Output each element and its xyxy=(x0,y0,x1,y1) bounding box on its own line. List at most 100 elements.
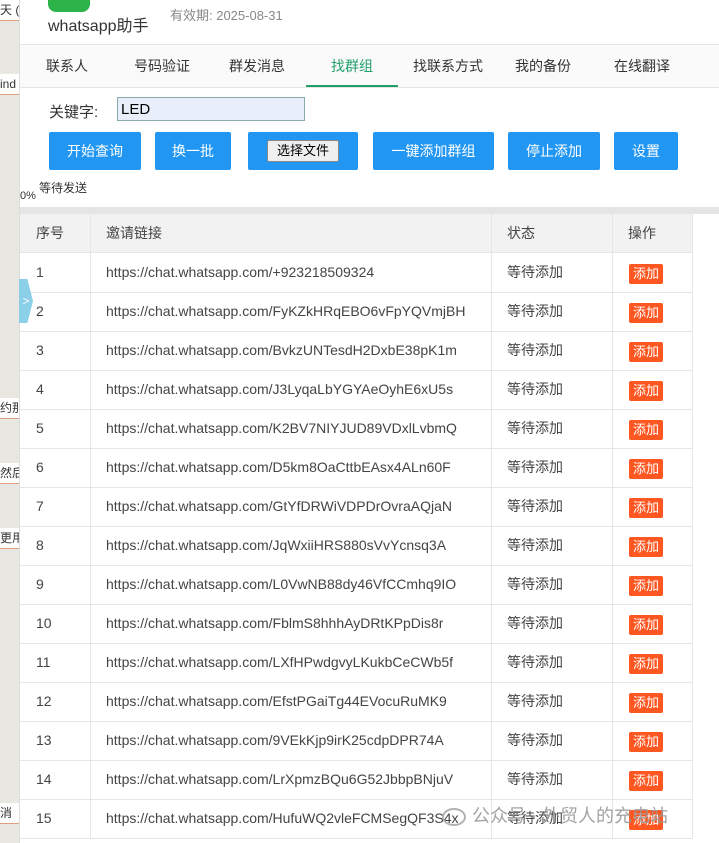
tab-my-backup[interactable]: 我的备份 xyxy=(504,45,582,85)
column-divider xyxy=(491,331,492,370)
row-status: 等待添加 xyxy=(507,615,563,631)
tab-bulk-message[interactable]: 群发消息 xyxy=(213,45,301,85)
add-group-button[interactable]: 添加 xyxy=(629,732,663,752)
column-divider xyxy=(612,214,613,252)
column-divider xyxy=(692,643,693,682)
choose-file-button[interactable]: 选择文件 xyxy=(267,140,339,162)
column-divider xyxy=(90,721,91,760)
settings-button[interactable]: 设置 xyxy=(614,132,678,170)
row-number: 15 xyxy=(36,810,52,826)
column-divider xyxy=(612,721,613,760)
column-divider xyxy=(692,682,693,721)
row-number: 5 xyxy=(36,420,44,436)
add-group-button[interactable]: 添加 xyxy=(629,381,663,401)
row-status: 等待添加 xyxy=(507,498,563,514)
row-status: 等待添加 xyxy=(507,732,563,748)
start-query-button[interactable]: 开始查询 xyxy=(49,132,141,170)
row-status: 等待添加 xyxy=(507,381,563,397)
add-group-button[interactable]: 添加 xyxy=(629,615,663,635)
add-group-button[interactable]: 添加 xyxy=(629,303,663,323)
add-group-button[interactable]: 添加 xyxy=(629,342,663,362)
header-action: 操作 xyxy=(628,225,656,241)
background-fragment: 然后 xyxy=(0,463,19,484)
add-group-button[interactable]: 添加 xyxy=(629,576,663,596)
invite-link[interactable]: https://chat.whatsapp.com/K2BV7NIYJUD89V… xyxy=(106,409,457,448)
tab-online-translate[interactable]: 在线翻译 xyxy=(598,45,686,85)
add-group-button[interactable]: 添加 xyxy=(629,420,663,440)
row-status: 等待添加 xyxy=(507,303,563,319)
row-status: 等待添加 xyxy=(507,459,563,475)
add-group-button[interactable]: 添加 xyxy=(629,771,663,791)
add-all-groups-button[interactable]: 一键添加群组 xyxy=(373,132,494,170)
column-divider xyxy=(612,292,613,331)
column-divider xyxy=(90,448,91,487)
table-row: 1 https://chat.whatsapp.com/+923218509324… xyxy=(20,253,693,293)
invite-link[interactable]: https://chat.whatsapp.com/JqWxiiHRS880sV… xyxy=(106,526,446,565)
tab-contacts[interactable]: 联系人 xyxy=(28,45,106,85)
column-divider xyxy=(612,526,613,565)
column-divider xyxy=(90,643,91,682)
row-number: 9 xyxy=(36,576,44,592)
invite-link[interactable]: https://chat.whatsapp.com/FyKZkHRqEBO6vF… xyxy=(106,292,465,331)
column-divider xyxy=(491,565,492,604)
row-status: 等待添加 xyxy=(507,654,563,670)
column-divider xyxy=(491,253,492,292)
row-number: 2 xyxy=(36,303,44,319)
table-row: 5 https://chat.whatsapp.com/K2BV7NIYJUD89… xyxy=(20,409,693,449)
tab-find-contacts[interactable]: 找联系方式 xyxy=(404,45,492,85)
tab-number-verify[interactable]: 号码验证 xyxy=(118,45,206,85)
column-divider xyxy=(692,214,693,252)
add-group-button[interactable]: 添加 xyxy=(629,498,663,518)
column-divider xyxy=(692,799,693,838)
add-group-button[interactable]: 添加 xyxy=(629,264,663,284)
column-divider xyxy=(491,760,492,799)
column-divider xyxy=(90,526,91,565)
background-window: 天 ( ind 约那 然后 更用 消 xyxy=(0,0,19,843)
invite-link[interactable]: https://chat.whatsapp.com/LrXpmzBQu6G52J… xyxy=(106,760,453,799)
watermark: 公众号 · 外贸人的充电站 xyxy=(442,802,668,828)
invite-link[interactable]: https://chat.whatsapp.com/EfstPGaiTg44EV… xyxy=(106,682,447,721)
row-number: 6 xyxy=(36,459,44,475)
next-batch-button[interactable]: 换一批 xyxy=(155,132,231,170)
invite-link[interactable]: https://chat.whatsapp.com/LXfHPwdgvyLKuk… xyxy=(106,643,453,682)
column-divider xyxy=(692,604,693,643)
header-no: 序号 xyxy=(36,225,64,241)
column-divider xyxy=(692,448,693,487)
add-group-button[interactable]: 添加 xyxy=(629,459,663,479)
table-row: 4 https://chat.whatsapp.com/J3LyqaLbYGYAe… xyxy=(20,370,693,410)
row-number: 7 xyxy=(36,498,44,514)
add-group-button[interactable]: 添加 xyxy=(629,654,663,674)
table-header: 序号 邀请链接 状态 操作 xyxy=(20,214,693,253)
column-divider xyxy=(692,331,693,370)
background-fragment: ind xyxy=(0,74,19,95)
invite-link[interactable]: https://chat.whatsapp.com/BvkzUNTesdH2Dx… xyxy=(106,331,457,370)
invite-link[interactable]: https://chat.whatsapp.com/L0VwNB88dy46Vf… xyxy=(106,565,456,604)
tab-bar: 联系人 号码验证 群发消息 找群组 找联系方式 我的备份 在线翻译 xyxy=(20,44,719,88)
invite-link[interactable]: https://chat.whatsapp.com/9VEkKjp9irK25c… xyxy=(106,721,444,760)
keyword-input[interactable] xyxy=(117,97,305,121)
background-fragment: 约那 xyxy=(0,398,19,419)
stop-add-button[interactable]: 停止添加 xyxy=(508,132,600,170)
column-divider xyxy=(90,682,91,721)
tab-find-groups[interactable]: 找群组 xyxy=(306,45,398,87)
column-divider xyxy=(612,565,613,604)
invite-link[interactable]: https://chat.whatsapp.com/GtYfDRWiVDPDrO… xyxy=(106,487,452,526)
column-divider xyxy=(491,604,492,643)
column-divider xyxy=(90,799,91,838)
row-number: 13 xyxy=(36,732,52,748)
column-divider xyxy=(692,370,693,409)
invite-link[interactable]: https://chat.whatsapp.com/FblmS8hhhAyDRt… xyxy=(106,604,443,643)
row-number: 11 xyxy=(36,654,51,670)
row-status: 等待添加 xyxy=(507,264,563,280)
column-divider xyxy=(491,526,492,565)
column-divider xyxy=(612,643,613,682)
wechat-icon xyxy=(442,808,466,827)
column-divider xyxy=(692,760,693,799)
invite-link[interactable]: https://chat.whatsapp.com/+923218509324 xyxy=(106,253,374,292)
invite-link[interactable]: https://chat.whatsapp.com/J3LyqaLbYGYAeO… xyxy=(106,370,453,409)
add-group-button[interactable]: 添加 xyxy=(629,537,663,557)
column-divider xyxy=(90,760,91,799)
add-group-button[interactable]: 添加 xyxy=(629,693,663,713)
invite-link[interactable]: https://chat.whatsapp.com/D5km8OaCttbEAs… xyxy=(106,448,451,487)
invite-link[interactable]: https://chat.whatsapp.com/HufuWQ2vleFCMS… xyxy=(106,799,458,838)
